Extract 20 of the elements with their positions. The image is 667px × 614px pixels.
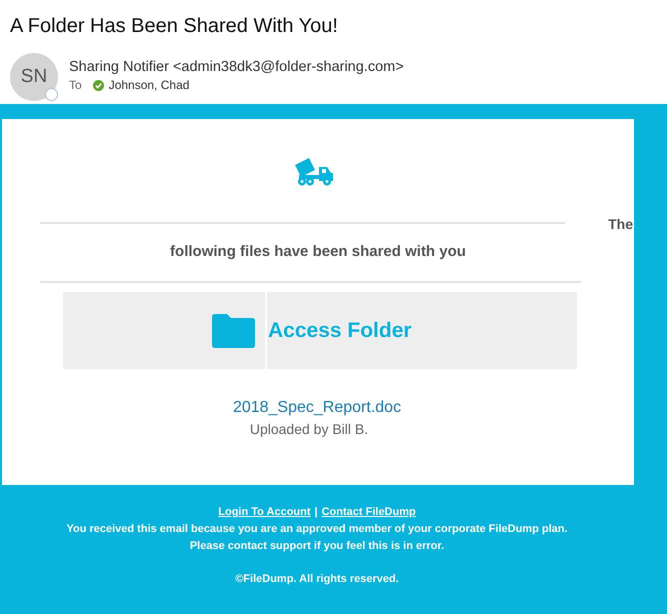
uploaded-by-text: Uploaded by Bill B.	[250, 421, 368, 438]
folder-icon	[212, 314, 255, 348]
shared-files-heading: following files have been shared with you	[169, 243, 467, 261]
sender-address: Sharing Notifier <admin38dk3@folder-sharing.com>	[69, 59, 404, 76]
copyright-text: ©FileDump. All rights reserved.	[234, 572, 400, 587]
footer-link[interactable]: Login To Account	[218, 504, 311, 521]
check-circle-icon	[92, 80, 104, 91]
footer-notice: You received this email because you are an approved member of your corporate FileDump plan.	[65, 522, 569, 537]
access-folder-button[interactable]: Access Folder	[63, 292, 577, 369]
to-label: To	[69, 78, 82, 93]
footer-notice: Please contact support if you feel this is in error.	[188, 539, 446, 554]
avatar-initials: SN	[20, 66, 48, 88]
recipient-name: Johnson, Chad	[108, 78, 190, 93]
status-ring-icon	[45, 88, 58, 101]
file-name-link[interactable]: 2018_Spec_Report.doc	[232, 398, 402, 417]
dump-truck-icon	[292, 158, 334, 186]
intro-text: The	[608, 216, 633, 232]
email-subject: A Folder Has Been Shared With You!	[10, 14, 339, 38]
footer-link[interactable]: Contact FileDump	[322, 504, 416, 521]
link-separator: |	[314, 505, 318, 520]
